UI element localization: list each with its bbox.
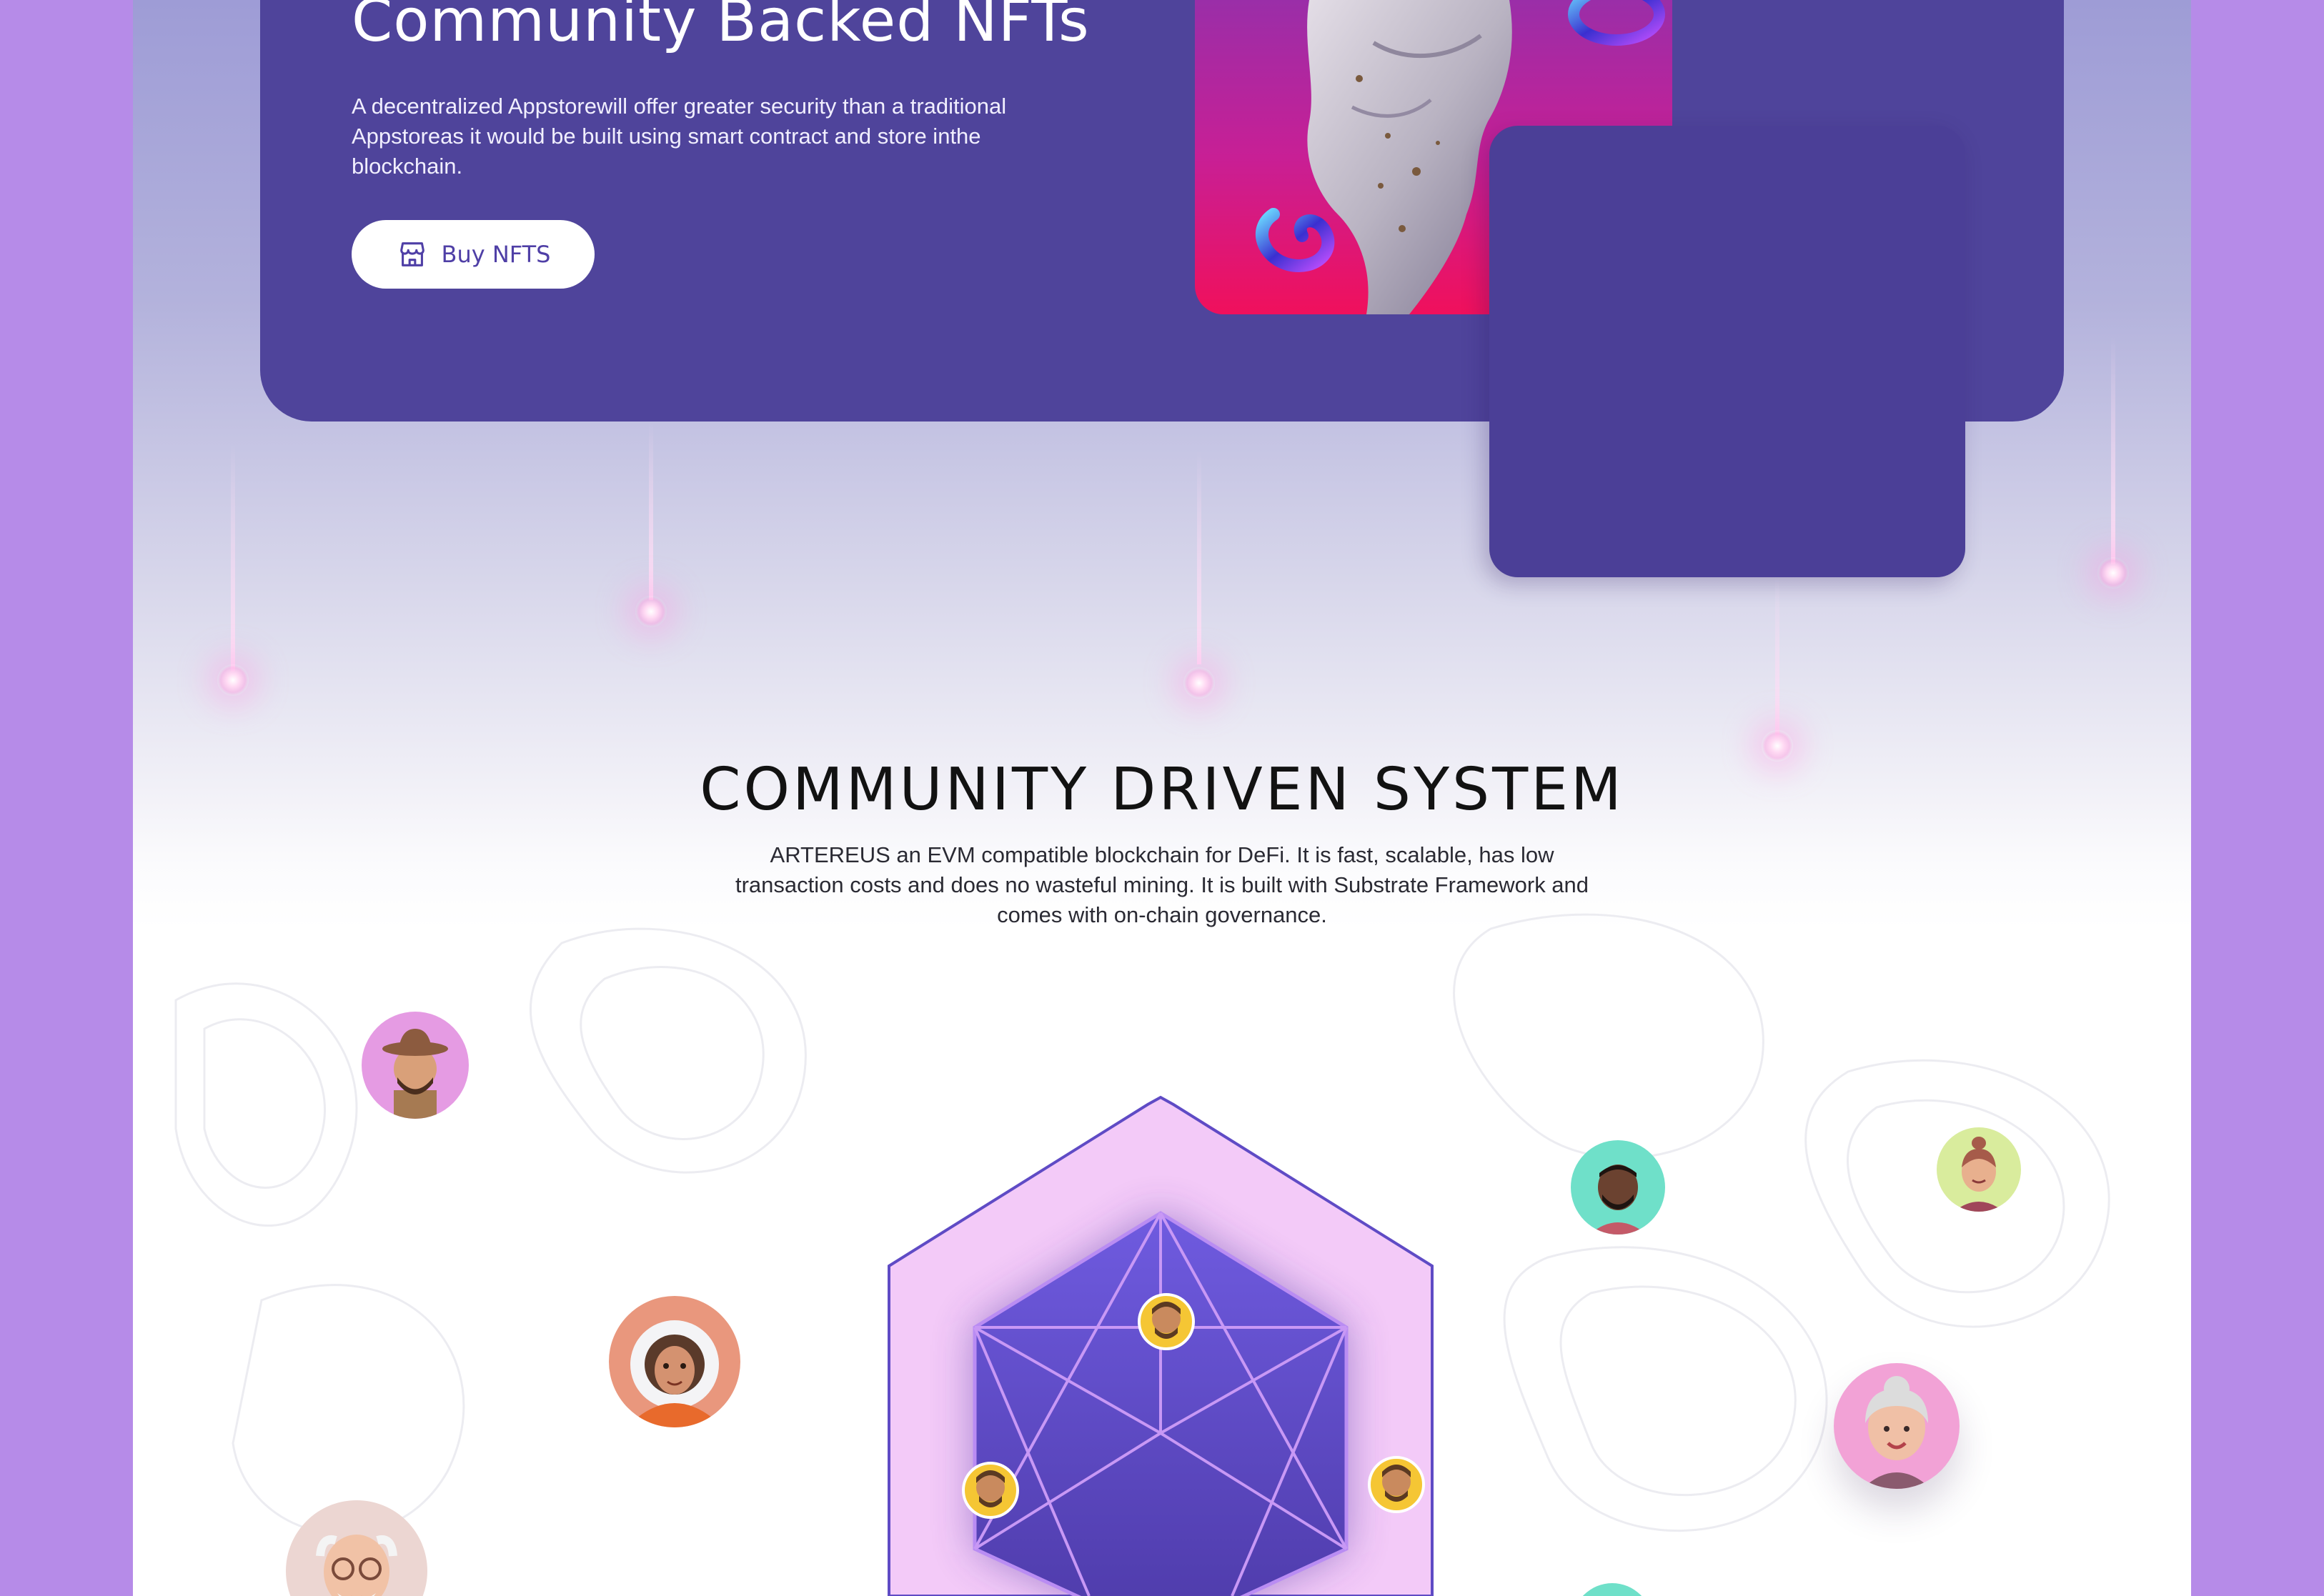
buy-nfts-label: Buy NFTS <box>441 241 551 268</box>
glow-orb <box>217 664 249 696</box>
glow-orb <box>2097 557 2129 589</box>
light-beam <box>231 443 235 672</box>
page: Community Backed NFTs A decentralized Ap… <box>133 0 2191 1596</box>
section-title: COMMUNITY DRIVEN SYSTEM <box>700 756 1624 824</box>
light-beam <box>649 422 653 600</box>
hero-description: A decentralized Appstorewill offer great… <box>352 94 1007 179</box>
node-avatar <box>1138 1293 1195 1350</box>
network-hexagon-illustration <box>888 1095 1434 1596</box>
light-beam <box>2111 336 2115 564</box>
section-description: ARTEREUS an EVM compatible blockchain fo… <box>735 842 1589 927</box>
avatar-man-dark[interactable] <box>1571 1140 1665 1235</box>
storefront-icon <box>399 242 424 266</box>
side-card <box>1489 126 1965 577</box>
node-avatar <box>1368 1456 1425 1513</box>
avatar-woman-ponytail[interactable] <box>1937 1127 2021 1212</box>
glow-orb <box>1183 667 1215 699</box>
avatar-elderly-woman[interactable] <box>1834 1363 1960 1489</box>
hero-title: Community Backed NFTs <box>352 0 1090 55</box>
buy-nfts-button[interactable]: Buy NFTS <box>352 220 595 289</box>
node-avatar <box>962 1462 1019 1519</box>
light-beam <box>1775 577 1779 742</box>
glow-orb <box>635 596 667 627</box>
avatar-man-hat[interactable] <box>362 1012 469 1119</box>
light-beam <box>1197 450 1201 664</box>
avatar-woman-astronaut[interactable] <box>609 1296 740 1427</box>
